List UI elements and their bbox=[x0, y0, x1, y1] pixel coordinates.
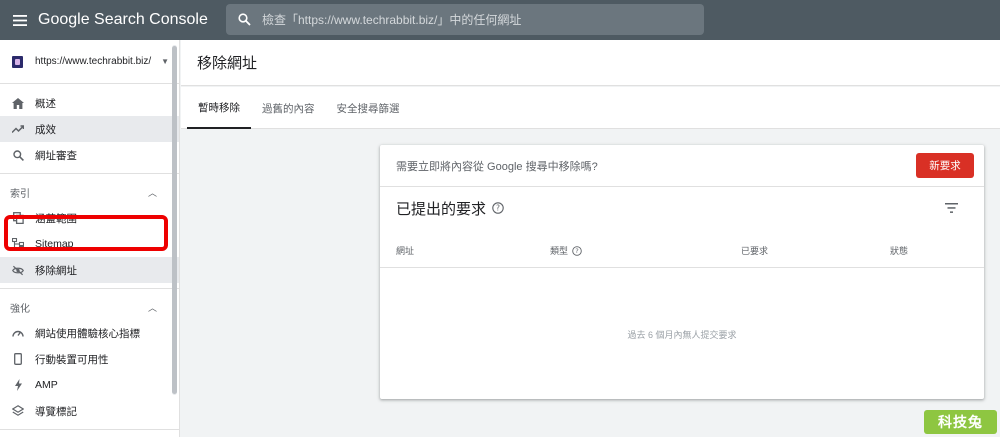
card-header: 需要立即將內容從 Google 搜尋中移除嗎? 新要求 bbox=[380, 145, 984, 187]
property-url: https://www.techrabbit.biz/ bbox=[35, 56, 152, 67]
url-inspection-search[interactable]: 檢查「https://www.techrabbit.biz/」中的任何網址 bbox=[226, 4, 704, 35]
search-icon bbox=[12, 149, 24, 161]
tab-bar: 暫時移除 過舊的內容 安全搜尋篩選 bbox=[181, 87, 1000, 129]
main-menu-button[interactable] bbox=[0, 0, 40, 40]
page-header: 移除網址 bbox=[181, 40, 1000, 86]
chevron-up-icon: ︿ bbox=[147, 302, 157, 313]
submitted-requests-title: 已提出的要求 bbox=[396, 200, 487, 218]
gauge-icon bbox=[12, 327, 24, 339]
tab-outdated-content[interactable]: 過舊的內容 bbox=[251, 87, 326, 129]
sidebar-item-mobile-usability[interactable]: 行動裝置可用性 bbox=[0, 346, 179, 372]
search-icon[interactable] bbox=[226, 4, 262, 35]
divider bbox=[0, 288, 179, 289]
sidebar-scrollbar-thumb[interactable] bbox=[172, 46, 177, 394]
hamburger-menu-icon bbox=[13, 14, 27, 26]
layers-icon bbox=[12, 405, 24, 417]
app-title[interactable]: Google Search Console bbox=[38, 11, 208, 29]
help-icon[interactable]: ? bbox=[572, 245, 582, 256]
filter-icon[interactable] bbox=[945, 203, 958, 213]
svg-text:?: ? bbox=[575, 247, 578, 255]
svg-text:?: ? bbox=[496, 204, 500, 213]
sidebar-item-label: 概述 bbox=[35, 97, 56, 110]
sidebar-item-label: AMP bbox=[35, 379, 58, 391]
sidebar-item-removals[interactable]: 移除網址 bbox=[0, 257, 179, 283]
tab-temporary-removals[interactable]: 暫時移除 bbox=[187, 87, 251, 129]
column-label: 類型 bbox=[550, 246, 569, 256]
sidebar-item-overview[interactable]: 概述 bbox=[0, 90, 179, 116]
sidebar-item-label: 導覽標記 bbox=[35, 405, 77, 418]
property-selector[interactable]: https://www.techrabbit.biz/ ▼ bbox=[0, 40, 179, 84]
site-favicon-icon bbox=[12, 55, 23, 68]
sidebar-item-core-web-vitals[interactable]: 網站使用體驗核心指標 bbox=[0, 320, 179, 346]
removal-question: 需要立即將內容從 Google 搜尋中移除嗎? bbox=[396, 160, 598, 173]
divider bbox=[0, 173, 179, 174]
home-icon bbox=[12, 97, 24, 109]
tab-safesearch-filtering[interactable]: 安全搜尋篩選 bbox=[326, 87, 411, 129]
watermark-logo: 科技兔 bbox=[924, 410, 997, 434]
phone-icon bbox=[12, 353, 24, 365]
sidebar-item-label: 網站使用體驗核心指標 bbox=[35, 327, 140, 340]
sidebar-item-amp[interactable]: AMP bbox=[0, 372, 179, 398]
sidebar-item-label: 移除網址 bbox=[35, 264, 77, 277]
trending-up-icon bbox=[12, 123, 24, 135]
section-header-index[interactable]: 索引 ︿ bbox=[0, 179, 179, 205]
dropdown-caret-icon: ▼ bbox=[161, 57, 169, 66]
section-header-enhancements[interactable]: 強化 ︿ bbox=[0, 294, 179, 320]
top-app-bar: Google Search Console 檢查「https://www.tec… bbox=[0, 0, 1000, 40]
empty-state-message: 過去 6 個月內無人提交要求 bbox=[627, 330, 737, 340]
chevron-up-icon: ︿ bbox=[147, 187, 157, 198]
column-header-type[interactable]: 類型 ? bbox=[550, 244, 582, 257]
divider bbox=[0, 429, 179, 430]
removals-card: 需要立即將內容從 Google 搜尋中移除嗎? 新要求 已提出的要求 ? 網址 … bbox=[380, 145, 984, 399]
sidebar-item-label: 成效 bbox=[35, 123, 56, 136]
table-header-row: 網址 類型 ? 已要求 狀態 bbox=[380, 229, 984, 268]
section-label: 強化 bbox=[10, 303, 30, 315]
column-header-requested[interactable]: 已要求 bbox=[741, 244, 768, 257]
page-title: 移除網址 bbox=[197, 55, 258, 72]
highlight-annotation bbox=[4, 215, 168, 251]
column-header-url[interactable]: 網址 bbox=[396, 244, 414, 257]
submitted-requests-header: 已提出的要求 ? bbox=[380, 187, 984, 229]
new-request-button[interactable]: 新要求 bbox=[916, 153, 974, 178]
bolt-icon bbox=[12, 379, 24, 391]
help-icon[interactable]: ? bbox=[492, 202, 504, 214]
section-label: 索引 bbox=[10, 188, 30, 200]
sidebar-item-url-inspection[interactable]: 網址審查 bbox=[0, 142, 179, 168]
eye-off-icon bbox=[12, 264, 24, 276]
column-header-status[interactable]: 狀態 bbox=[890, 244, 908, 257]
sidebar-item-label: 行動裝置可用性 bbox=[35, 353, 109, 366]
sidebar-item-breadcrumbs[interactable]: 導覽標記 bbox=[0, 398, 179, 424]
sidebar-item-performance[interactable]: 成效 bbox=[0, 116, 179, 142]
sidebar-item-label: 網址審查 bbox=[35, 149, 77, 162]
search-input[interactable]: 檢查「https://www.techrabbit.biz/」中的任何網址 bbox=[262, 11, 521, 28]
